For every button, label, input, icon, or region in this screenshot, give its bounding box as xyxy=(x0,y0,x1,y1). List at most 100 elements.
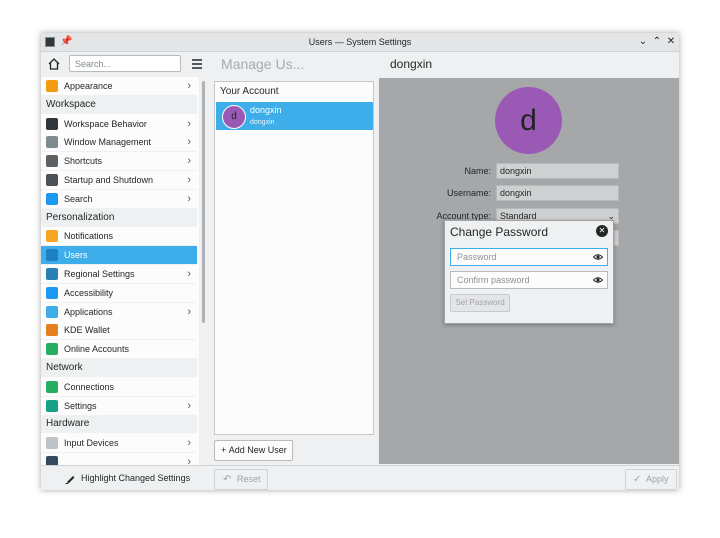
home-button[interactable] xyxy=(45,55,63,73)
highlight-changed-settings-button[interactable]: Highlight Changed Settings xyxy=(61,469,193,488)
sidebar-item-label: Appearance xyxy=(64,81,113,91)
maximize-icon[interactable]: ⌃ xyxy=(650,35,664,49)
sidebar-item-label: Users xyxy=(64,250,88,260)
plus-icon: + xyxy=(221,445,227,455)
chevron-right-icon: › xyxy=(187,118,191,130)
user-avatar-large[interactable]: d xyxy=(495,87,562,154)
reset-button[interactable]: ↶ Reset xyxy=(214,469,268,490)
bell-icon xyxy=(46,230,58,242)
user-avatar: d xyxy=(222,105,246,129)
sidebar-section-header: Workspace xyxy=(41,96,197,114)
change-password-dialog: Change Password ✕ Password Confirm passw… xyxy=(444,220,614,324)
sidebar-item-notifications[interactable]: Notifications xyxy=(41,227,197,246)
chevron-right-icon: › xyxy=(187,155,191,167)
sidebar-item-label: KDE Wallet xyxy=(64,325,110,335)
name-label: Name: xyxy=(464,166,491,176)
manage-users-title: Manage Us... xyxy=(221,56,305,72)
confirm-password-input[interactable]: Confirm password xyxy=(450,271,608,289)
sidebar-item-appearance[interactable]: Appearance › xyxy=(41,77,197,96)
sidebar-item-label: Online Accounts xyxy=(64,344,130,354)
sidebar-item-label: Shortcuts xyxy=(64,156,103,166)
sidebar-item-applications[interactable]: Applications › xyxy=(41,303,197,322)
sidebar-item-connections[interactable]: Connections xyxy=(41,378,197,397)
sidebar-section-label: Personalization xyxy=(46,212,115,223)
sidebar-item-startup-and-shutdown[interactable]: Startup and Shutdown › xyxy=(41,171,197,190)
wallet-icon xyxy=(46,324,58,336)
sidebar-item-accessibility[interactable]: Accessibility xyxy=(41,284,197,303)
reset-label: Reset xyxy=(237,474,261,484)
add-new-user-button[interactable]: + Add New User xyxy=(214,440,293,461)
sidebar-item-settings[interactable]: Settings › xyxy=(41,397,197,416)
sidebar-item-label: Search xyxy=(64,194,93,204)
sidebar-item-users[interactable]: Users xyxy=(41,246,197,265)
user-list-login: dongxin xyxy=(250,119,275,126)
system-settings-window: 📌 Users — System Settings ⌄ ⌃ ✕ Appearan… xyxy=(41,33,679,490)
chevron-right-icon: › xyxy=(187,193,191,205)
workspace-behavior-icon xyxy=(46,118,58,130)
chevron-right-icon: › xyxy=(187,136,191,148)
apply-button[interactable]: ✓ Apply xyxy=(625,469,677,490)
sidebar-item-label: Connections xyxy=(64,382,115,392)
sidebar-item-label: Applications xyxy=(64,307,113,317)
highlight-changed-settings-label: Highlight Changed Settings xyxy=(81,473,191,483)
applications-icon xyxy=(46,306,58,318)
accessibility-icon xyxy=(46,287,58,299)
sidebar-item-online-accounts[interactable]: Online Accounts xyxy=(41,340,197,359)
minimize-icon[interactable]: ⌄ xyxy=(636,35,650,49)
globe-flag-icon xyxy=(46,268,58,280)
sidebar-item-label: Accessibility xyxy=(64,288,114,298)
home-icon xyxy=(48,58,60,70)
username-field[interactable]: dongxin xyxy=(496,185,619,201)
sidebar-item-kde-wallet[interactable]: KDE Wallet xyxy=(41,321,197,340)
sidebar-item-label: Notifications xyxy=(64,231,114,241)
chevron-right-icon: › xyxy=(187,80,191,92)
bottom-bar: Highlight Changed Settings ↶ Reset ✓ App… xyxy=(41,465,679,490)
sidebar-item-regional-settings[interactable]: Regional Settings › xyxy=(41,265,197,284)
set-password-button[interactable]: Set Password xyxy=(450,294,510,312)
show-confirm-password-icon[interactable] xyxy=(593,275,603,285)
sidebar-item-display[interactable]: › xyxy=(41,453,197,465)
sidebar-item-input-devices[interactable]: Input Devices › xyxy=(41,434,197,453)
sidebar-item-shortcuts[interactable]: Shortcuts › xyxy=(41,152,197,171)
sidebar-section-header: Hardware xyxy=(41,415,197,433)
startup-icon xyxy=(46,174,58,186)
sidebar-item-search[interactable]: Search › xyxy=(41,190,197,209)
name-field[interactable]: dongxin xyxy=(496,163,619,179)
chevron-right-icon: › xyxy=(187,437,191,449)
your-account-header: Your Account xyxy=(220,86,279,97)
sidebar-section-label: Hardware xyxy=(46,418,90,429)
user-page-title: dongxin xyxy=(390,57,433,71)
sidebar-item-label: Regional Settings xyxy=(64,269,135,279)
user-list-name: dongxin xyxy=(250,105,282,115)
sidebar-section-label: Network xyxy=(46,362,83,373)
network-settings-icon xyxy=(46,400,58,412)
user-list-item[interactable]: d dongxin dongxin xyxy=(216,102,373,130)
sidebar-section-header: Personalization xyxy=(41,209,197,227)
sidebar-item-label: Startup and Shutdown xyxy=(64,175,154,185)
hamburger-menu-button[interactable] xyxy=(188,55,206,73)
users-icon xyxy=(46,249,58,261)
chevron-right-icon: › xyxy=(187,306,191,318)
sidebar-item-workspace-behavior[interactable]: Workspace Behavior › xyxy=(41,115,197,134)
password-input[interactable]: Password xyxy=(450,248,608,266)
username-label: Username: xyxy=(446,188,491,198)
check-icon: ✓ xyxy=(633,474,642,485)
search-input[interactable] xyxy=(69,55,181,72)
chevron-right-icon: › xyxy=(187,174,191,186)
sidebar-item-window-management[interactable]: Window Management › xyxy=(41,133,197,152)
online-accounts-icon xyxy=(46,343,58,355)
show-password-icon[interactable] xyxy=(593,252,603,262)
chevron-right-icon: › xyxy=(187,400,191,412)
sidebar-item-label: Window Management xyxy=(64,137,152,147)
window-management-icon xyxy=(46,136,58,148)
chevron-right-icon: › xyxy=(187,456,191,465)
sidebar-item-label: Settings xyxy=(64,401,97,411)
sidebar-scrollbar-thumb[interactable] xyxy=(202,81,205,323)
display-icon xyxy=(46,456,58,465)
sidebar-section-label: Workspace xyxy=(46,99,96,110)
dialog-close-icon[interactable]: ✕ xyxy=(596,225,608,237)
keyboard-icon xyxy=(46,155,58,167)
search-icon xyxy=(46,193,58,205)
confirm-password-placeholder: Confirm password xyxy=(457,275,530,285)
close-icon[interactable]: ✕ xyxy=(664,35,678,49)
